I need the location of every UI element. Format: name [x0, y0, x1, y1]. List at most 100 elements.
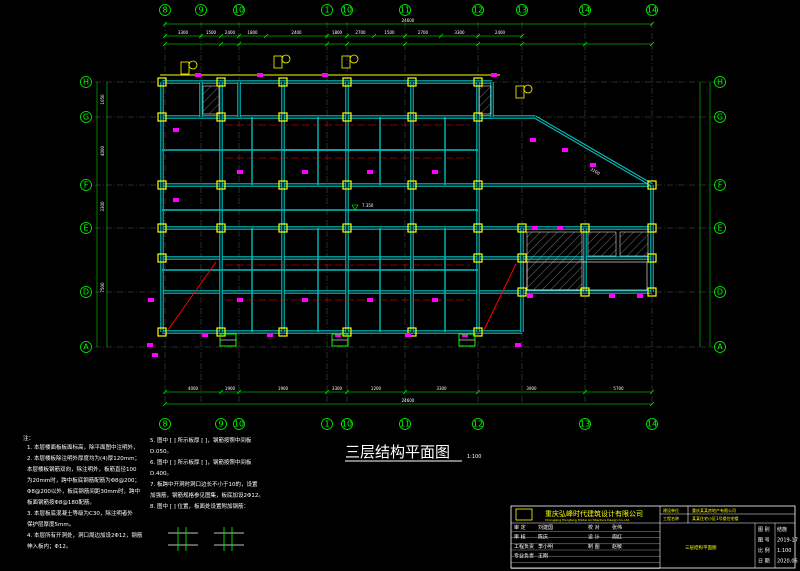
rebar-marker — [405, 333, 411, 337]
axis-label: A — [83, 343, 89, 352]
axis-bubble-right: G — [714, 111, 726, 123]
rebar-marker — [148, 298, 154, 302]
axis-bubble-bottom: 8 — [159, 418, 171, 430]
rebar-marker — [527, 294, 533, 298]
dimension-text-top: 3300 — [454, 30, 465, 35]
project-value-2: 某某住宅小区1号楼住宅楼 — [692, 515, 739, 521]
axis-bubble-left: H — [80, 76, 92, 88]
dimension-text-bottom: 1200 — [371, 386, 382, 391]
rebar-marker — [237, 170, 243, 174]
dimension-text-top: 3300 — [178, 30, 189, 35]
axis-label: 10 — [234, 6, 244, 15]
note-line: Φ8@200以外，板底钢筋间距30mm时，跨中 — [27, 487, 140, 495]
axis-label: 12 — [473, 6, 483, 15]
hatched-slab — [478, 85, 492, 115]
project-value-1: 重庆某某房地产有限公司 — [692, 507, 736, 513]
note-line: 伸入板内；Φ12。 — [27, 542, 71, 550]
note-line: 板面钢筋按Φ8@180配筋。 — [27, 498, 95, 506]
axis-label: D — [717, 288, 723, 297]
rebar-marker — [637, 294, 643, 298]
note-line-right: 加强筋，钢筋规格参见图集，板底加设2Φ12。 — [150, 491, 264, 499]
axis-bubble-left: E — [80, 222, 92, 234]
axis-bubble-bottom: 9 — [215, 418, 227, 430]
drawing-title: 三层结构平面图 — [345, 443, 450, 461]
note-line: 4. 本层所有开洞处，洞口周边加设2Φ12，钢筋 — [27, 531, 143, 539]
axis-bubble-top: 10 — [341, 4, 353, 16]
elevation-value: 7.350 — [362, 203, 374, 208]
detail-callout — [188, 60, 198, 70]
rebar-marker — [367, 170, 373, 174]
rebar-marker — [432, 298, 438, 302]
dimension-text-top: 1800 — [247, 30, 258, 35]
company-name: 重庆弘峰时代建筑设计有限公司 — [545, 509, 643, 518]
axis-label: H — [83, 78, 89, 87]
rebar-marker — [562, 148, 568, 152]
beam-section-mark — [180, 61, 190, 75]
axis-label: 8 — [162, 6, 167, 15]
general-notes-right: 5. 图中 [ ] 所示板厚 [ ]，钢筋按照中间板 D.050。 6. 图中 [… — [150, 436, 264, 510]
dimension-text-top: 2700 — [355, 30, 366, 35]
role-name: 周红 — [612, 534, 622, 541]
axis-label: 9 — [198, 6, 203, 15]
role-name: 刘建国 — [538, 524, 553, 531]
dimension-text-bottom: 1900 — [225, 386, 236, 391]
dimension-text-bottom: 5700 — [613, 386, 624, 391]
axis-label: D — [83, 288, 89, 297]
role-name: 陈庆 — [538, 534, 548, 541]
note-line: 3. 本层板底混凝土等级为C30，除注明者外 — [27, 509, 133, 517]
company-name-en: Chongqing Hongfeng Shidai Architecture D… — [545, 518, 630, 522]
skew-dimension: 3200 — [590, 167, 602, 177]
rebar-marker — [202, 333, 208, 337]
axis-label: 12 — [473, 420, 483, 429]
dimension-layer: 24600 3300 1500 2400 1800 2400 1800 2700 1500 270… — [96, 18, 711, 407]
company-logo — [515, 508, 533, 521]
dimension-text-left: 1050 — [100, 94, 105, 105]
rebar-marker — [557, 226, 563, 230]
axis-bubble-bottom: 14 — [646, 418, 658, 430]
rebar-marker — [173, 128, 179, 132]
role-label: 专业负责 — [514, 553, 534, 560]
axis-label: 10 — [342, 6, 352, 15]
title-field-value: 1:100 — [777, 548, 791, 554]
hatched-slab — [587, 231, 617, 257]
axis-label: G — [83, 113, 89, 122]
rebar-marker — [609, 294, 615, 298]
title-field-value: 2019-17 — [777, 538, 798, 544]
dimension-text-left: 7500 — [100, 282, 105, 293]
axis-label: F — [718, 181, 723, 190]
role-label: 设 计 — [588, 534, 600, 541]
hatched-slab — [619, 231, 649, 257]
dimension-text-bottom: 3300 — [436, 386, 447, 391]
detail-callout — [281, 54, 291, 64]
rebar-marker — [367, 298, 373, 302]
dimension-text-left: 4000 — [100, 145, 105, 156]
note-line: 保护层厚度5mm。 — [27, 520, 74, 528]
role-label: 制 图 — [588, 543, 600, 550]
rebar-marker — [322, 73, 328, 77]
rebar-detail-sketch — [168, 527, 244, 551]
notes-heading: 注： — [23, 434, 34, 442]
axis-bubble-top: 8 — [159, 4, 171, 16]
rebar-marker — [267, 333, 273, 337]
axis-bubble-top: 14 — [646, 4, 658, 16]
axis-bubble-left: D — [80, 286, 92, 298]
axis-bubble-top: 9 — [195, 4, 207, 16]
axis-bubble-right: H — [714, 76, 726, 88]
note-line-right: 7. 板跨中开洞时洞口边长不小于10的，设置 — [150, 480, 258, 488]
note-line-right: 6. 图中 [ ] 所示板厚 [ ]，钢筋按照中间板 — [150, 458, 252, 466]
role-label: 工程负责 — [514, 543, 534, 550]
dimension-text-bottom: 4000 — [188, 386, 199, 391]
title-field-label: 图 号 — [758, 538, 770, 544]
rebar-marker — [532, 226, 538, 230]
axis-bubble-top: 10 — [233, 4, 245, 16]
title-field-value: 结施 — [777, 526, 787, 533]
axis-label: E — [717, 224, 722, 233]
note-line-right: D.050。 — [150, 449, 172, 455]
dimension-text-left: 3300 — [100, 201, 105, 212]
beam-section-mark — [273, 55, 283, 69]
axis-bubble-bottom: 11 — [399, 418, 411, 430]
axis-bubble-bottom: 13 — [579, 418, 591, 430]
rebar-marker — [515, 343, 521, 347]
axis-label: G — [717, 113, 723, 122]
axis-label: F — [84, 181, 89, 190]
